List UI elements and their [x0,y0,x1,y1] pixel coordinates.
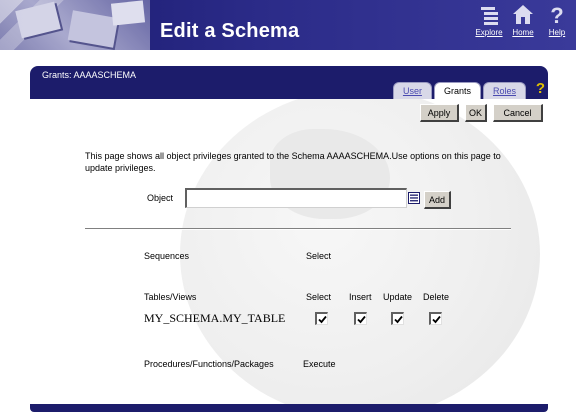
column-header-delete: Delete [423,292,450,302]
add-button[interactable]: Add [424,191,451,209]
sequences-label: Sequences [144,251,190,261]
object-list-icon[interactable] [408,192,420,204]
update-checkbox[interactable] [391,312,404,325]
tab-roles[interactable]: Roles [482,82,526,99]
panel-footer [30,404,548,412]
checkmark-icon [431,315,441,323]
tables-views-label: Tables/Views [144,292,197,302]
tab-user[interactable]: User [392,82,432,99]
ok-button[interactable]: OK [465,104,487,122]
global-nav: Explore Home ? Help [474,3,572,37]
nav-home[interactable]: Home [508,3,538,37]
context-help-icon[interactable]: ? [536,80,545,97]
page-description: This page shows all object privileges gr… [85,151,501,173]
home-icon [513,5,533,24]
nav-explore-label[interactable]: Explore [475,28,502,37]
grants-panel: Apply OK Cancel This page shows all obje… [30,99,548,404]
panel-header: Grants: AAAASCHEMA User Grants Roles ? [30,66,548,99]
column-header-insert: Insert [349,292,372,302]
select-checkbox[interactable] [315,312,328,325]
nav-explore[interactable]: Explore [474,3,504,37]
breadcrumb: Grants: AAAASCHEMA [42,70,137,80]
nav-home-label[interactable]: Home [512,28,533,37]
banner-logo-art [0,0,150,50]
nav-help-label[interactable]: Help [549,28,565,37]
nav-help[interactable]: ? Help [542,3,572,37]
app-header: Edit a Schema Explore Home ? Help [0,0,576,50]
cancel-button[interactable]: Cancel [493,104,543,122]
sequences-privilege-select: Select [306,251,332,261]
table-row-name: MY_SCHEMA.MY_TABLE [144,311,286,325]
checkmark-icon [356,315,366,323]
svg-text:?: ? [550,3,563,27]
page-title: Edit a Schema [160,20,300,42]
section-divider [85,228,511,230]
delete-checkbox[interactable] [429,312,442,325]
column-header-select: Select [306,292,332,302]
object-label: Object [147,193,174,203]
explore-icon [481,7,498,25]
checkmark-icon [317,315,327,323]
tab-bar: User Grants Roles [392,82,526,99]
apply-button[interactable]: Apply [420,104,459,122]
tab-grants[interactable]: Grants [433,82,481,99]
procedures-label: Procedures/Functions/Packages [144,359,274,369]
checkmark-icon [393,315,403,323]
help-icon: ? [550,3,563,27]
column-header-update: Update [383,292,413,302]
procedures-privilege-execute: Execute [303,359,336,369]
object-input[interactable] [185,188,407,208]
insert-checkbox[interactable] [354,312,367,325]
